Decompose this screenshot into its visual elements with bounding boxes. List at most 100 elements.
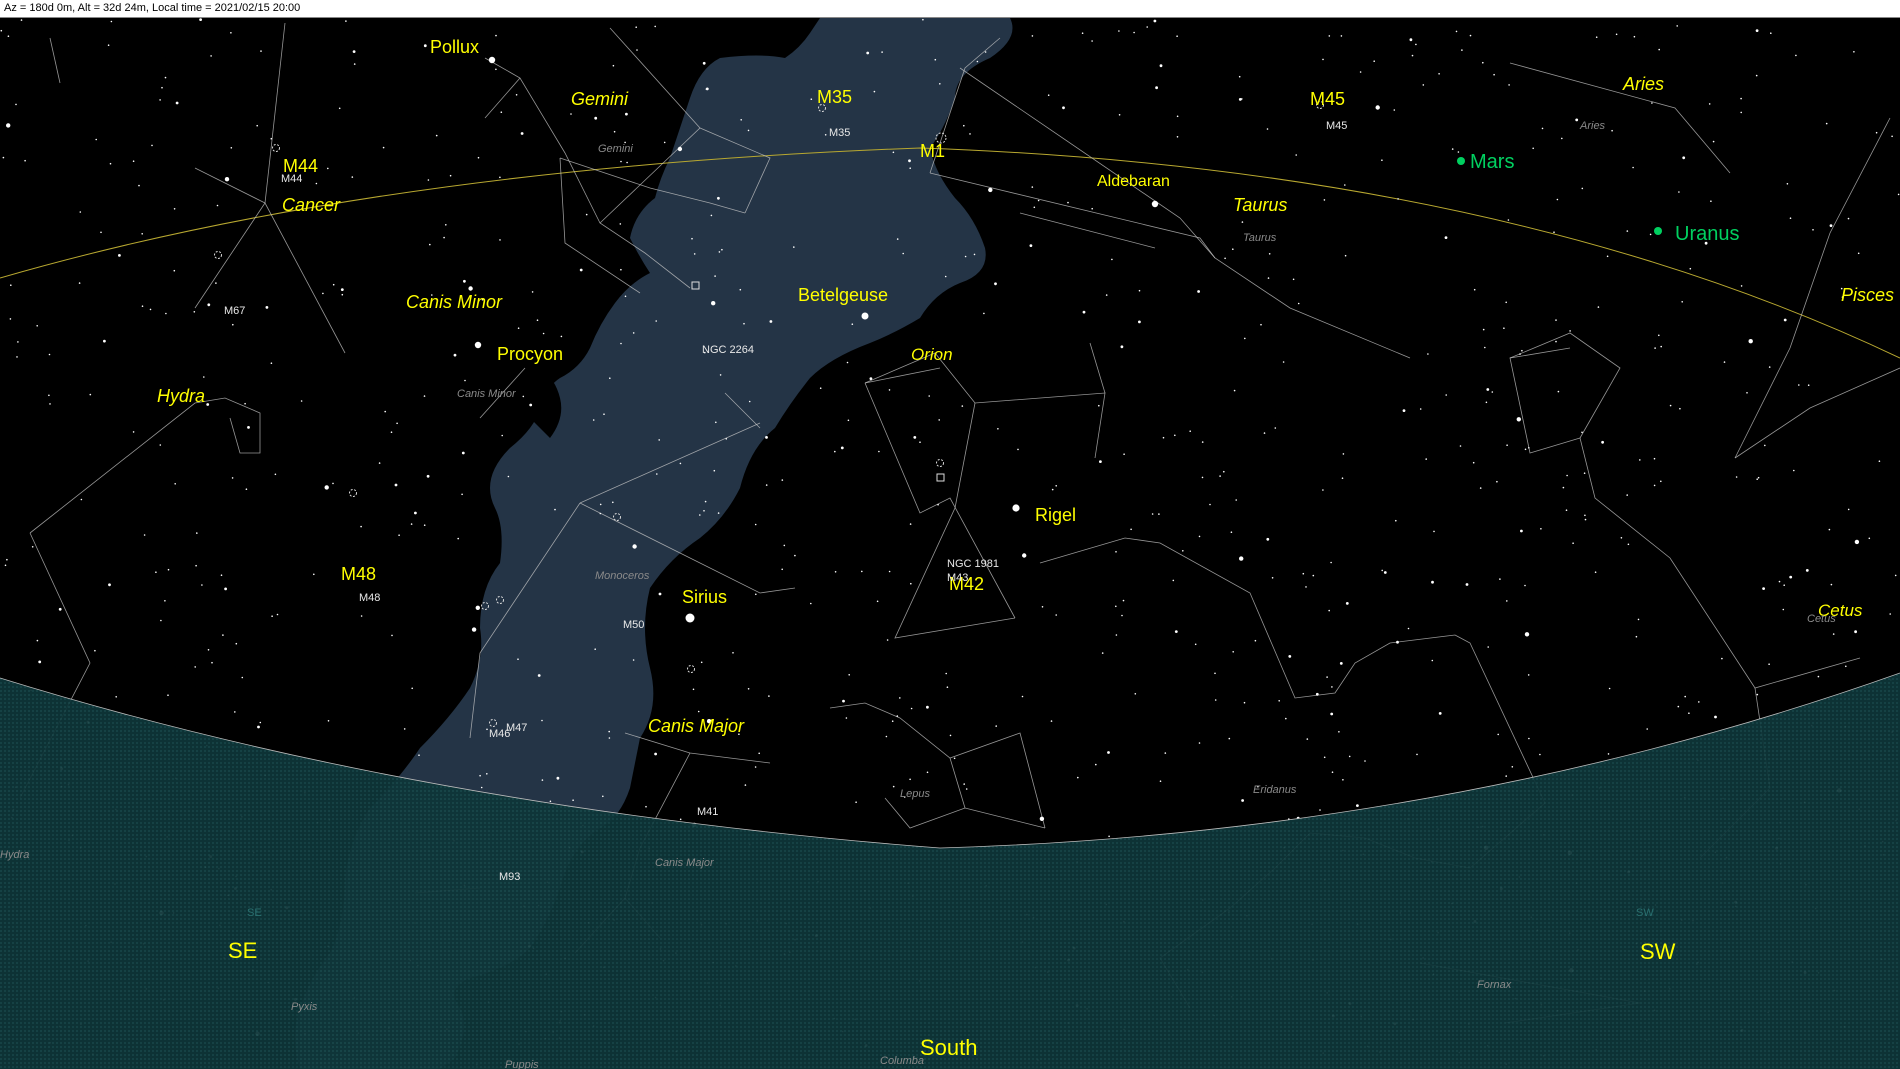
star [324, 485, 329, 490]
constellation-label-canis-major[interactable]: Canis Major [648, 716, 745, 736]
star [1584, 514, 1586, 517]
star [435, 134, 438, 137]
star [259, 721, 262, 724]
star [944, 275, 947, 278]
star [1597, 306, 1600, 308]
star [976, 60, 979, 63]
star [461, 451, 465, 455]
sky-chart[interactable]: Mars Uranus Pollux Procyon Betelgeuse Al… [0, 18, 1900, 1069]
star [1486, 388, 1490, 391]
star [1419, 408, 1422, 410]
star [810, 98, 813, 100]
star [78, 282, 81, 284]
dso-label-m35[interactable]: M35 [817, 87, 852, 107]
star [429, 243, 431, 246]
constellation-label-pisces[interactable]: Pisces [1841, 285, 1894, 305]
star [327, 167, 329, 170]
star [1633, 35, 1636, 38]
star [1473, 288, 1476, 291]
star [1646, 728, 1648, 730]
star [945, 672, 947, 675]
constellation-label-cancer[interactable]: Cancer [282, 195, 341, 215]
star [1323, 199, 1326, 201]
constellation-label-taurus[interactable]: Taurus [1233, 195, 1287, 215]
star [1828, 528, 1831, 531]
uranus-dot[interactable] [1654, 227, 1662, 235]
dso-label-m48[interactable]: M48 [341, 564, 376, 584]
mars-label[interactable]: Mars [1470, 151, 1514, 173]
star-label-sirius[interactable]: Sirius [682, 587, 727, 607]
star [585, 213, 588, 216]
constellation-label-gemini[interactable]: Gemini [571, 89, 629, 109]
star [1266, 537, 1270, 541]
star-label-pollux[interactable]: Pollux [430, 37, 479, 57]
compass-sw[interactable]: SW [1640, 939, 1676, 964]
star [819, 387, 822, 390]
star [541, 719, 543, 722]
star-label-rigel[interactable]: Rigel [1035, 505, 1076, 525]
star [1595, 36, 1598, 38]
star [382, 146, 385, 149]
star [663, 141, 666, 144]
star [612, 64, 615, 67]
star [1445, 394, 1447, 396]
star [1339, 662, 1343, 665]
star [747, 129, 750, 132]
constellation-label-aries[interactable]: Aries [1622, 74, 1664, 94]
star [1688, 712, 1690, 714]
star [718, 251, 721, 253]
minor-label-canis-minor: Canis Minor [457, 388, 517, 400]
star [834, 571, 837, 573]
star [338, 107, 341, 110]
star [710, 214, 713, 217]
star-label-betelgeuse[interactable]: Betelgeuse [798, 285, 888, 305]
star [522, 395, 525, 398]
star [910, 582, 912, 585]
compass-se[interactable]: SE [228, 938, 257, 963]
dso-small-m41: M41 [697, 806, 718, 818]
mars-dot[interactable] [1457, 157, 1465, 165]
dso-label-m1[interactable]: M1 [920, 141, 945, 161]
star [1039, 816, 1045, 821]
star [222, 634, 224, 636]
star [1519, 353, 1521, 355]
star [679, 818, 682, 821]
star [626, 161, 628, 164]
star [265, 306, 269, 309]
star [719, 374, 722, 376]
star [515, 94, 518, 96]
star [1077, 776, 1079, 779]
dso-label-m45[interactable]: M45 [1310, 89, 1345, 109]
dso-small-m43: M43 [947, 572, 968, 584]
constellation-label-canis-minor[interactable]: Canis Minor [406, 292, 503, 312]
star [1756, 478, 1758, 481]
star [714, 275, 716, 277]
star-label-procyon[interactable]: Procyon [497, 344, 563, 364]
minor-label-taurus: Taurus [1243, 232, 1277, 244]
uranus-label[interactable]: Uranus [1675, 223, 1739, 245]
star [38, 660, 42, 664]
compass-south[interactable]: South [920, 1035, 978, 1060]
star [351, 176, 354, 178]
star [274, 473, 277, 476]
constellation-label-orion[interactable]: Orion [911, 345, 953, 364]
star [1122, 599, 1125, 602]
constellation-label-hydra[interactable]: Hydra [157, 386, 205, 406]
star [115, 696, 117, 698]
star [612, 501, 614, 504]
star-label-aldebaran[interactable]: Aldebaran [1097, 173, 1170, 190]
star [244, 402, 246, 405]
star [1557, 390, 1560, 393]
star [1431, 659, 1434, 662]
star [1847, 217, 1850, 220]
star [840, 446, 844, 450]
star [107, 44, 110, 46]
star [501, 434, 504, 437]
star [1562, 486, 1565, 489]
star [1508, 84, 1510, 86]
star [276, 613, 279, 616]
star [1328, 609, 1330, 612]
star [1497, 733, 1499, 736]
star [1583, 472, 1586, 475]
star [1461, 49, 1463, 51]
